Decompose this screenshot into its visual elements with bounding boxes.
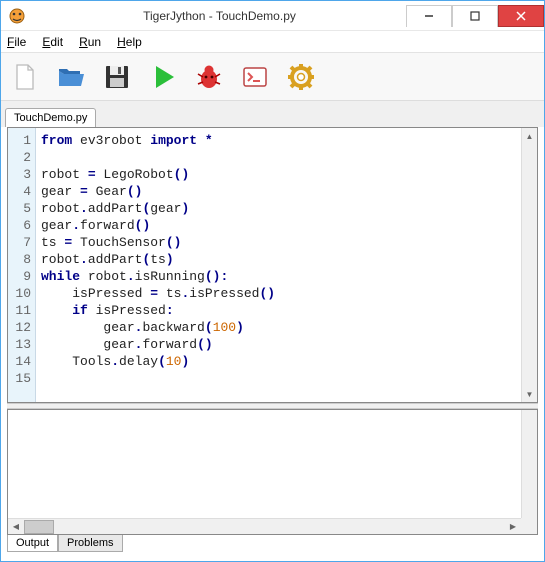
file-tab[interactable]: TouchDemo.py xyxy=(5,108,96,127)
code-area[interactable]: from ev3robot import * robot = LegoRobot… xyxy=(36,128,521,402)
scroll-right-icon[interactable]: ▶ xyxy=(505,519,521,535)
minimize-button[interactable] xyxy=(406,5,452,27)
close-button[interactable] xyxy=(498,5,544,27)
toolbar xyxy=(1,53,544,101)
terminal-icon xyxy=(240,62,270,92)
scroll-corner xyxy=(521,518,537,534)
maximize-button[interactable] xyxy=(452,5,498,27)
gear-icon xyxy=(286,62,316,92)
new-file-button[interactable] xyxy=(7,59,43,95)
window-controls xyxy=(406,5,544,27)
bottom-tab-bar: Output Problems xyxy=(7,535,538,557)
menu-help[interactable]: Help xyxy=(117,35,150,49)
play-icon xyxy=(148,62,178,92)
window-title: TigerJython - TouchDemo.py xyxy=(33,9,406,23)
terminal-button[interactable] xyxy=(237,59,273,95)
settings-button[interactable] xyxy=(283,59,319,95)
output-panel: ◀ ▶ Output Problems xyxy=(7,409,538,557)
app-window: TigerJython - TouchDemo.py File Edit Run… xyxy=(0,0,545,562)
app-icon xyxy=(7,6,27,26)
tab-output[interactable]: Output xyxy=(7,535,58,552)
new-file-icon xyxy=(10,62,40,92)
output-area[interactable]: ◀ ▶ xyxy=(7,409,538,535)
scroll-down-icon[interactable]: ▼ xyxy=(522,386,537,402)
file-tab-bar: TouchDemo.py xyxy=(1,101,544,127)
bug-icon xyxy=(194,62,224,92)
save-button[interactable] xyxy=(99,59,135,95)
menu-run[interactable]: Run xyxy=(79,35,109,49)
tab-problems[interactable]: Problems xyxy=(58,535,122,552)
footer xyxy=(1,557,544,561)
output-vscrollbar[interactable] xyxy=(521,410,537,518)
open-file-button[interactable] xyxy=(53,59,89,95)
code-editor[interactable]: 123456789101112131415 from ev3robot impo… xyxy=(7,127,538,403)
run-button[interactable] xyxy=(145,59,181,95)
titlebar: TigerJython - TouchDemo.py xyxy=(1,1,544,31)
scroll-up-icon[interactable]: ▲ xyxy=(522,128,537,144)
menu-edit[interactable]: Edit xyxy=(42,35,71,49)
output-hscrollbar[interactable]: ◀ ▶ xyxy=(8,518,521,534)
line-gutter: 123456789101112131415 xyxy=(8,128,36,402)
scroll-thumb[interactable] xyxy=(24,520,54,534)
menu-bar: File Edit Run Help xyxy=(1,31,544,53)
menu-file[interactable]: File xyxy=(7,35,34,49)
open-folder-icon xyxy=(56,62,86,92)
scroll-left-icon[interactable]: ◀ xyxy=(8,519,24,535)
debug-button[interactable] xyxy=(191,59,227,95)
save-icon xyxy=(102,62,132,92)
editor-scrollbar[interactable]: ▲ ▼ xyxy=(521,128,537,402)
